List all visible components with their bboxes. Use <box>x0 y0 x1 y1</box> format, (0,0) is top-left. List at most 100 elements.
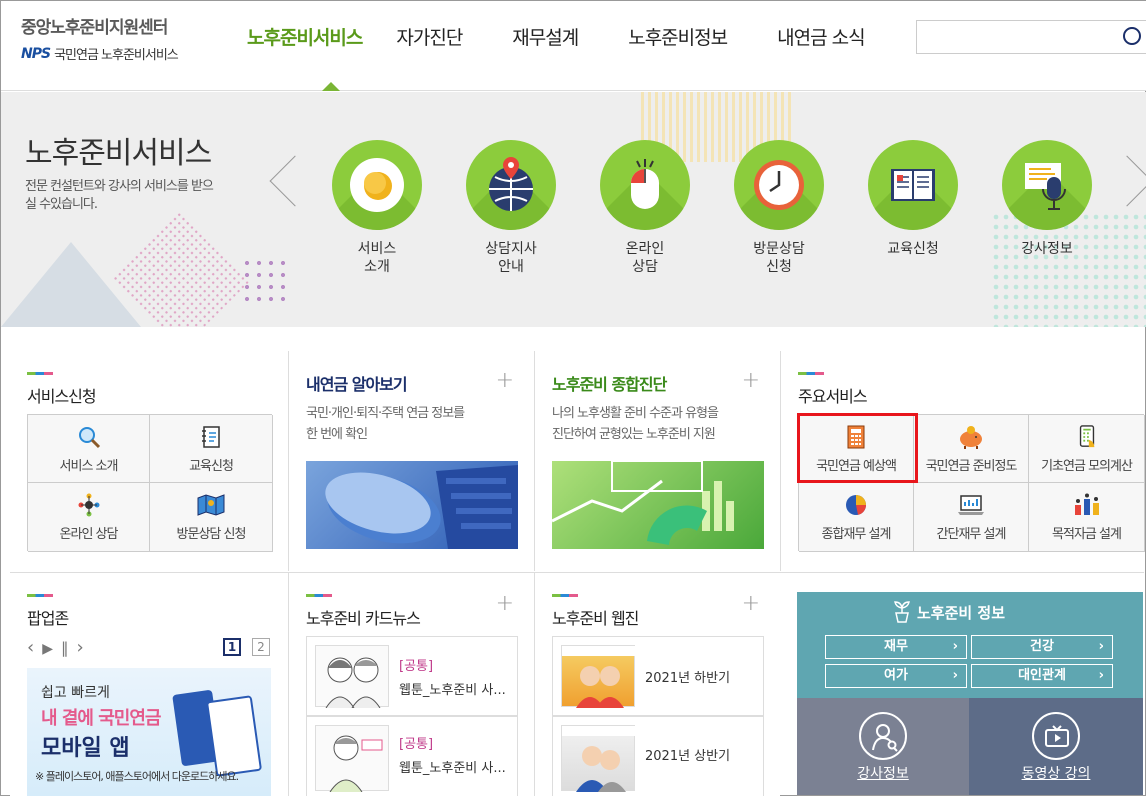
service-item-visit[interactable]: 방문상담 신청 <box>731 140 827 276</box>
cardnews-title[interactable]: 노후준비 카드뉴스 <box>306 605 421 629</box>
hero-title: 노후준비서비스 <box>25 136 212 171</box>
info-health-button[interactable]: 건강 <box>971 635 1113 659</box>
person-search-icon <box>872 724 898 752</box>
search-input[interactable] <box>916 20 1146 54</box>
carousel-prev-button[interactable] <box>263 155 321 207</box>
main-services-title: 주요서비스 <box>798 387 868 406</box>
popup-zone-title: 팝업존 <box>27 609 69 628</box>
online-consult-button[interactable]: 온라인 상담 <box>28 483 150 552</box>
phone-calc-icon <box>1079 425 1094 448</box>
magnifier-icon <box>78 427 100 449</box>
webzine-cover <box>561 645 636 708</box>
service-item-online[interactable]: 온라인 상담 <box>597 140 693 276</box>
info-finance-button[interactable]: 재무 <box>825 635 967 659</box>
tv-play-icon <box>1045 725 1069 747</box>
hero-description: 전문 컨설턴트와 강사의 서비스를 받으실 수있습니다. <box>25 179 214 212</box>
cardnews-card: 노후준비 카드뉴스 + [공통] 웹툰_노후준비 사... [공통] 웹툰_노후… <box>288 573 534 796</box>
pie-chart-icon <box>846 495 866 515</box>
list-item[interactable]: 2021년 상반기 <box>552 716 764 796</box>
service-item-intro[interactable]: 서비스 소개 <box>329 140 425 276</box>
decor-dots <box>241 257 291 307</box>
nps-logo: NPS <box>21 45 51 62</box>
microphone-icon <box>1025 163 1066 210</box>
retirement-info-panel: 노후준비 정보 재무 건강 여가 대인관계 <box>797 592 1143 698</box>
globe-pin-icon <box>489 157 533 211</box>
nav-retirement-service[interactable]: 노후준비서비스 <box>247 23 363 50</box>
more-plus-icon[interactable]: + <box>496 591 514 616</box>
main-nav: 노후준비서비스 자가진단 재무설계 노후준비정보 내연금 소식 <box>247 23 915 50</box>
diagnosis-card[interactable]: 노후준비 종합진단 + 나의 노후생활 준비 수준과 유형을 진단하여 균형있는… <box>534 351 780 571</box>
info-relationship-button[interactable]: 대인관계 <box>971 664 1113 688</box>
logo-subtitle: 국민연금 노후준비서비스 <box>54 48 179 63</box>
bar-graph-icon <box>1074 493 1099 515</box>
pause-icon[interactable]: ‖ <box>61 639 77 657</box>
header: 중앙노후준비지원센터 NPS 국민연금 노후준비서비스 노후준비서비스 자가진단… <box>1 1 1146 91</box>
list-item[interactable]: [공통] 웹툰_노후준비 사... <box>306 716 518 796</box>
popup-page-2[interactable]: 2 <box>252 638 270 656</box>
more-plus-icon[interactable]: + <box>742 591 760 616</box>
video-lecture-label[interactable]: 동영상 강의 <box>969 763 1143 783</box>
service-item-education[interactable]: 교육신청 <box>865 140 961 258</box>
carousel-next-button[interactable] <box>1101 155 1146 207</box>
more-plus-icon[interactable]: + <box>742 368 760 393</box>
cartoon-thumbnail <box>315 645 389 709</box>
clock-icon <box>754 160 804 210</box>
visit-consult-button[interactable]: 방문상담 신청 <box>150 483 273 552</box>
service-item-branch[interactable]: 상담지사 안내 <box>463 140 559 276</box>
basic-pension-calc-button[interactable]: 기초연금 모의계산 <box>1029 415 1145 483</box>
site-logo[interactable]: 중앙노후준비지원센터 NPS 국민연금 노후준비서비스 <box>21 13 231 63</box>
purpose-fund-button[interactable]: 목적자금 설계 <box>1029 483 1145 552</box>
lecturer-info-link[interactable]: 강사정보 <box>797 698 969 795</box>
book-icon <box>891 169 935 201</box>
phone-image <box>205 695 263 777</box>
laptop-icon <box>958 495 984 515</box>
popup-zone: 팝업존 ‹▶‖› 1 2 쉽고 빠르게 내 곁에 국민연금 모바일 앱 ※ 플레… <box>10 573 288 796</box>
cartoon-thumbnail <box>315 725 389 793</box>
active-nav-indicator <box>322 82 340 91</box>
webzine-cover <box>561 725 636 792</box>
diagnosis-title[interactable]: 노후준비 종합진단 <box>552 371 667 395</box>
nav-retirement-info[interactable]: 노후준비정보 <box>628 23 728 50</box>
play-icon[interactable]: ▶ <box>42 641 61 657</box>
prev-icon[interactable]: ‹ <box>27 637 42 658</box>
retirement-info-title: 노후준비 정보 <box>917 604 1006 622</box>
webzine-title[interactable]: 노후준비 웹진 <box>552 605 639 629</box>
my-pension-title[interactable]: 내연금 알아보기 <box>306 371 408 395</box>
service-intro-button[interactable]: 서비스 소개 <box>28 415 150 483</box>
main-services-card: 주요서비스 국민연금 예상액 국민연금 준비정도 기초연금 모의계산 종합재무 … <box>780 351 1145 571</box>
info-leisure-button[interactable]: 여가 <box>825 664 967 688</box>
service-apply-card: 서비스신청 서비스 소개 교육신청 온라인 상담 방문상담 신청 <box>10 351 288 571</box>
my-pension-card[interactable]: 내연금 알아보기 + 국민·개인·퇴직·주택 연금 정보를 한 번에 확인 <box>288 351 534 571</box>
more-plus-icon[interactable]: + <box>496 368 514 393</box>
hero-banner: 노후준비서비스 전문 컨설턴트와 강사의 서비스를 받으실 수있습니다. 서비스… <box>1 92 1146 327</box>
pension-readiness-button[interactable]: 국민연금 준비정도 <box>914 415 1029 483</box>
chevron-left-icon <box>269 155 321 207</box>
list-item[interactable]: [공통] 웹툰_노후준비 사... <box>306 636 518 716</box>
egg-icon <box>350 158 404 212</box>
selection-highlight <box>797 413 918 483</box>
next-icon[interactable]: › <box>76 637 91 658</box>
mouse-keyboard-image[interactable] <box>306 461 518 549</box>
simple-finance-button[interactable]: 간단재무 설계 <box>914 483 1029 552</box>
video-lecture-link[interactable]: 동영상 강의 <box>969 698 1143 795</box>
mobile-app-banner[interactable]: 쉽고 빠르게 내 곁에 국민연금 모바일 앱 ※ 플레이스토어, 애플스토어에서… <box>27 668 271 796</box>
decor-shape <box>1 242 141 327</box>
service-item-lecturer[interactable]: 강사정보 <box>999 140 1095 258</box>
mouse-icon <box>631 159 659 209</box>
notebook-icon <box>202 426 220 448</box>
plant-icon <box>894 601 910 623</box>
logo-title: 중앙노후준비지원센터 <box>21 18 168 38</box>
education-apply-button[interactable]: 교육신청 <box>150 415 273 483</box>
nav-self-diagnosis[interactable]: 자가진단 <box>396 23 463 50</box>
comprehensive-finance-button[interactable]: 종합재무 설계 <box>799 483 914 552</box>
list-item[interactable]: 2021년 하반기 <box>552 636 764 716</box>
piggy-bank-icon <box>960 426 982 449</box>
map-icon <box>197 494 225 516</box>
diagnosis-chart-image[interactable] <box>552 461 764 549</box>
nav-pension-news[interactable]: 내연금 소식 <box>777 23 865 50</box>
popup-page-1[interactable]: 1 <box>223 638 241 656</box>
search-icon[interactable] <box>1123 27 1141 45</box>
nav-financial-design[interactable]: 재무설계 <box>512 23 579 50</box>
lecturer-info-label[interactable]: 강사정보 <box>797 763 969 783</box>
content-row-1: 서비스신청 서비스 소개 교육신청 온라인 상담 방문상담 신청 내연금 알아보… <box>10 351 1145 571</box>
